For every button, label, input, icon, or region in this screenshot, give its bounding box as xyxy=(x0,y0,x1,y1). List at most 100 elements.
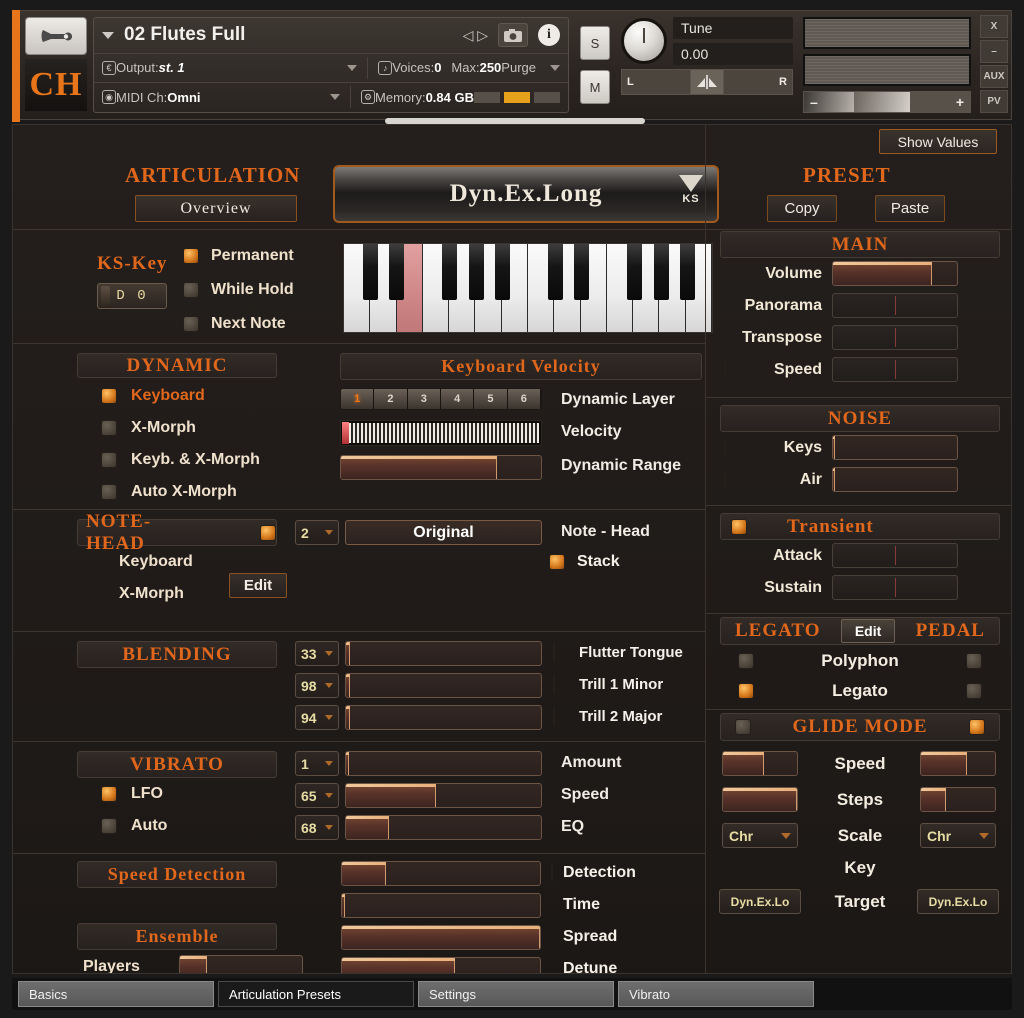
piano-black-key[interactable] xyxy=(363,244,378,300)
close-icon[interactable]: X xyxy=(980,15,1008,38)
detune-slider[interactable] xyxy=(341,957,541,974)
led-icon[interactable] xyxy=(966,653,982,669)
tab-articulation-presets[interactable]: Articulation Presets xyxy=(218,981,414,1007)
pan-center-icon[interactable] xyxy=(690,70,724,94)
main-panorama-slider[interactable] xyxy=(832,293,958,318)
glide-scale-right-select[interactable]: Chr xyxy=(920,823,996,848)
blending-led-3[interactable] xyxy=(553,708,555,726)
led-icon[interactable] xyxy=(969,719,985,735)
piano-black-key[interactable] xyxy=(389,244,404,300)
vibrato-option-auto[interactable]: Auto xyxy=(101,817,167,835)
led-icon[interactable] xyxy=(731,519,747,535)
main-transpose-slider[interactable] xyxy=(832,325,958,350)
spread-slider[interactable] xyxy=(341,925,541,950)
dynamic-option-auto-xmorph[interactable]: Auto X-Morph xyxy=(101,483,237,501)
output-dropdown-icon[interactable] xyxy=(347,65,357,71)
dynamic-layer-strip[interactable]: 1 2 3 4 5 6 xyxy=(340,388,542,410)
led-icon[interactable] xyxy=(738,653,754,669)
note-head-edit-button[interactable]: Edit xyxy=(229,573,287,598)
main-speed-slider[interactable] xyxy=(832,357,958,382)
midi-value[interactable]: Omni xyxy=(167,90,200,105)
mute-button[interactable]: M xyxy=(580,70,610,104)
vibrato-cc-box-1[interactable]: 1 xyxy=(295,751,339,776)
volume-plus[interactable]: + xyxy=(910,92,970,112)
blending-slider-3[interactable] xyxy=(345,705,542,730)
snapshot-camera-icon[interactable] xyxy=(498,23,528,47)
glide-speed-right-slider[interactable] xyxy=(920,751,996,776)
tune-value[interactable]: 0.00 xyxy=(673,43,793,65)
led-icon[interactable] xyxy=(260,525,276,541)
blending-cc-box-3[interactable]: 94 xyxy=(295,705,339,730)
layer-seg-1[interactable]: 1 xyxy=(341,389,374,409)
led-icon[interactable] xyxy=(738,683,754,699)
piano-black-key[interactable] xyxy=(442,244,457,300)
layer-seg-6[interactable]: 6 xyxy=(508,389,541,409)
volume-minus[interactable]: – xyxy=(804,92,854,112)
piano-black-key[interactable] xyxy=(627,244,642,300)
stack-toggle[interactable]: Stack xyxy=(549,553,620,571)
layer-seg-5[interactable]: 5 xyxy=(474,389,507,409)
piano-black-key[interactable] xyxy=(574,244,589,300)
blending-cc-box-2[interactable]: 98 xyxy=(295,673,339,698)
vibrato-cc-box-2[interactable]: 65 xyxy=(295,783,339,808)
layer-seg-4[interactable]: 4 xyxy=(441,389,474,409)
vibrato-speed-slider[interactable] xyxy=(345,783,542,808)
purge-dropdown-icon[interactable] xyxy=(550,65,560,71)
main-volume-slider[interactable] xyxy=(832,261,958,286)
ks-option-permanent[interactable]: Permanent xyxy=(183,247,294,265)
midi-dropdown-icon[interactable] xyxy=(330,94,340,100)
note-head-cc-box[interactable]: 2 xyxy=(295,520,339,545)
velocity-meter[interactable] xyxy=(340,420,542,446)
transient-attack-slider[interactable] xyxy=(832,543,958,568)
piano-black-key[interactable] xyxy=(548,244,563,300)
pv-button[interactable]: PV xyxy=(980,90,1008,113)
layer-seg-3[interactable]: 3 xyxy=(408,389,441,409)
volume-handle[interactable] xyxy=(854,92,910,112)
dynamic-option-keyb-xmorph[interactable]: Keyb. & X-Morph xyxy=(101,451,260,469)
glide-steps-right-slider[interactable] xyxy=(920,787,996,812)
tab-basics[interactable]: Basics xyxy=(18,981,214,1007)
blending-slider-1[interactable] xyxy=(345,641,542,666)
keyswitch-keyboard[interactable] xyxy=(343,243,713,333)
volume-slider[interactable]: – + xyxy=(803,91,971,113)
dynamic-option-x-morph[interactable]: X-Morph xyxy=(101,419,196,437)
ks-key-value[interactable]: D 0 xyxy=(97,283,167,309)
wrench-icon[interactable] xyxy=(25,17,87,55)
time-slider[interactable] xyxy=(341,893,541,918)
noise-air-slider[interactable] xyxy=(832,467,958,492)
detection-slider[interactable] xyxy=(341,861,541,886)
layer-seg-2[interactable]: 2 xyxy=(374,389,407,409)
preset-nav-arrows[interactable]: ◁ ▷ xyxy=(463,27,488,44)
aux-button[interactable]: AUX xyxy=(980,65,1008,88)
pan-slider[interactable]: L R xyxy=(621,69,793,95)
solo-button[interactable]: S xyxy=(580,26,610,60)
chevron-down-icon[interactable] xyxy=(102,32,114,39)
info-icon[interactable]: i xyxy=(538,24,560,46)
noise-keys-slider[interactable] xyxy=(832,435,958,460)
vibrato-amount-slider[interactable] xyxy=(345,751,542,776)
detection-led[interactable] xyxy=(551,864,553,882)
piano-black-key[interactable] xyxy=(654,244,669,300)
led-icon[interactable] xyxy=(735,719,751,735)
blending-cc-box-1[interactable]: 33 xyxy=(295,641,339,666)
ks-option-next-note[interactable]: Next Note xyxy=(183,315,286,333)
blending-led-1[interactable] xyxy=(553,644,555,662)
output-value[interactable]: st. 1 xyxy=(159,60,185,75)
vibrato-eq-slider[interactable] xyxy=(345,815,542,840)
vibrato-option-lfo[interactable]: LFO xyxy=(101,785,163,803)
led-icon[interactable] xyxy=(966,683,982,699)
piano-black-key[interactable] xyxy=(469,244,484,300)
players-slider[interactable] xyxy=(179,955,303,974)
minimize-icon[interactable]: – xyxy=(980,40,1008,63)
note-head-slider[interactable]: Original xyxy=(345,520,542,545)
vibrato-cc-box-3[interactable]: 68 xyxy=(295,815,339,840)
transient-sustain-slider[interactable] xyxy=(832,575,958,600)
tab-settings[interactable]: Settings xyxy=(418,981,614,1007)
piano-black-key[interactable] xyxy=(495,244,510,300)
legato-edit-button[interactable]: Edit xyxy=(841,619,895,643)
dynamic-option-keyboard[interactable]: Keyboard xyxy=(101,387,205,405)
purge-block[interactable]: Purge xyxy=(501,60,560,75)
dynamic-range-slider[interactable] xyxy=(340,455,542,480)
blending-slider-2[interactable] xyxy=(345,673,542,698)
glide-target-right[interactable]: Dyn.Ex.Lo xyxy=(917,889,999,914)
